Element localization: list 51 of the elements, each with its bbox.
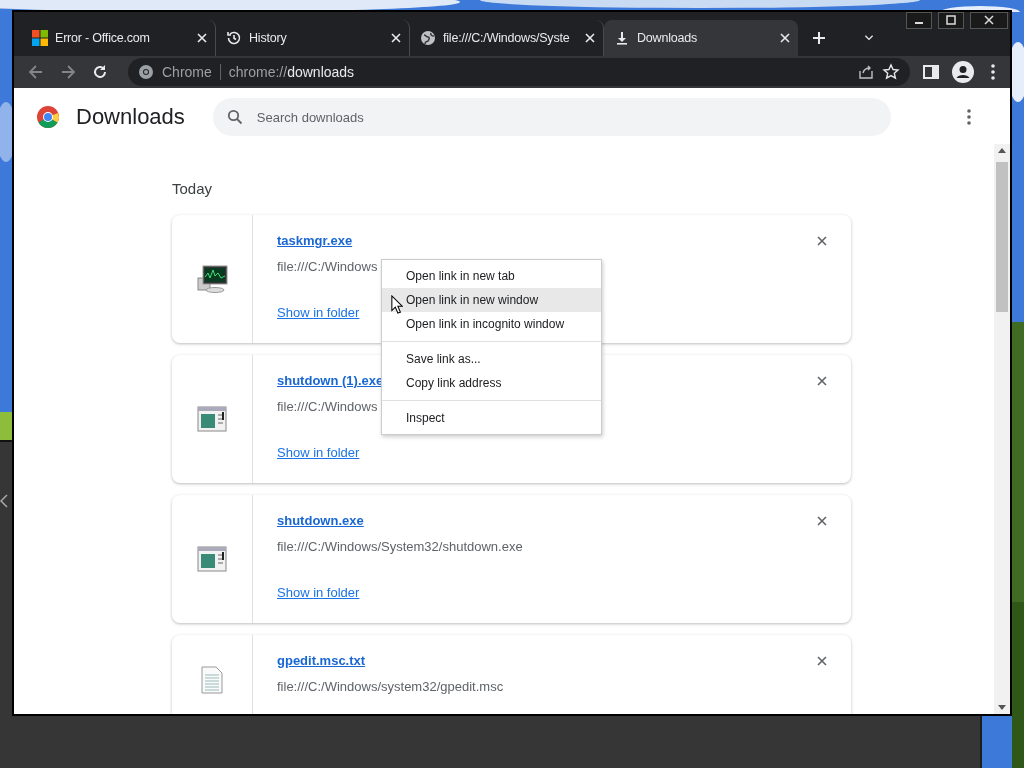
globe-icon bbox=[420, 30, 436, 46]
file-link[interactable]: shutdown (1).exe bbox=[277, 373, 384, 388]
mouse-cursor-icon bbox=[391, 295, 403, 314]
file-link[interactable]: taskmgr.exe bbox=[277, 233, 353, 248]
show-in-folder-link[interactable]: Show in folder bbox=[277, 445, 827, 460]
search-field[interactable]: Search downloads bbox=[212, 98, 891, 136]
show-in-folder-link[interactable]: Show in folder bbox=[277, 585, 827, 600]
monitor-icon bbox=[195, 264, 229, 294]
close-icon[interactable] bbox=[817, 235, 827, 246]
star-icon[interactable] bbox=[882, 63, 900, 81]
profile-icon[interactable] bbox=[952, 61, 974, 83]
file-path: file:///C:/Windows/system32/gpedit.msc bbox=[277, 679, 505, 694]
file-path: file:///C:/Windows bbox=[277, 399, 379, 414]
chrome-logo-icon bbox=[36, 105, 60, 129]
more-menu-icon[interactable] bbox=[964, 107, 974, 127]
scrollbar-thumb[interactable] bbox=[996, 162, 1008, 312]
download-icon bbox=[614, 30, 630, 46]
windows-logo-icon bbox=[32, 30, 48, 46]
file-path: file:///C:/Windows bbox=[277, 259, 379, 274]
section-heading: Today bbox=[172, 180, 214, 197]
url-text: chrome://downloads bbox=[228, 64, 355, 80]
scroll-down-icon[interactable] bbox=[998, 705, 1006, 710]
site-label: Chrome bbox=[162, 64, 212, 80]
menu-item[interactable]: Inspect bbox=[382, 406, 601, 430]
menu-item[interactable]: Copy link address bbox=[382, 371, 601, 395]
menu-item[interactable]: Save link as... bbox=[382, 347, 601, 371]
address-bar[interactable]: Chrome chrome://downloads bbox=[128, 58, 910, 86]
scrollbar[interactable] bbox=[994, 144, 1010, 714]
app-window-icon bbox=[197, 546, 227, 572]
back-icon[interactable] bbox=[0, 494, 8, 508]
history-icon bbox=[226, 30, 242, 46]
chrome-logo-icon bbox=[138, 64, 154, 80]
share-icon[interactable] bbox=[858, 64, 874, 80]
close-icon[interactable] bbox=[817, 375, 827, 386]
minimize-icon[interactable] bbox=[906, 12, 932, 29]
maximize-icon[interactable] bbox=[938, 12, 964, 29]
file-path: file:///C:/Windows/System32/shutdown.exe bbox=[277, 539, 524, 554]
scroll-up-icon[interactable] bbox=[998, 148, 1006, 153]
text-file-icon bbox=[201, 666, 223, 694]
close-icon[interactable] bbox=[817, 515, 827, 526]
browser-tab[interactable]: Downloads bbox=[604, 20, 798, 56]
app-window-icon bbox=[197, 406, 227, 432]
file-link[interactable]: shutdown.exe bbox=[277, 513, 364, 528]
menu-item[interactable]: Open link in new window bbox=[382, 288, 601, 312]
close-icon[interactable] bbox=[970, 12, 1008, 29]
side-panel-icon[interactable] bbox=[922, 63, 940, 81]
page-title: Downloads bbox=[76, 104, 185, 130]
search-icon bbox=[226, 109, 243, 125]
menu-item[interactable]: Open link in new tab bbox=[382, 264, 601, 288]
close-icon[interactable] bbox=[817, 655, 827, 666]
file-link[interactable]: gpedit.msc.txt bbox=[277, 653, 366, 668]
